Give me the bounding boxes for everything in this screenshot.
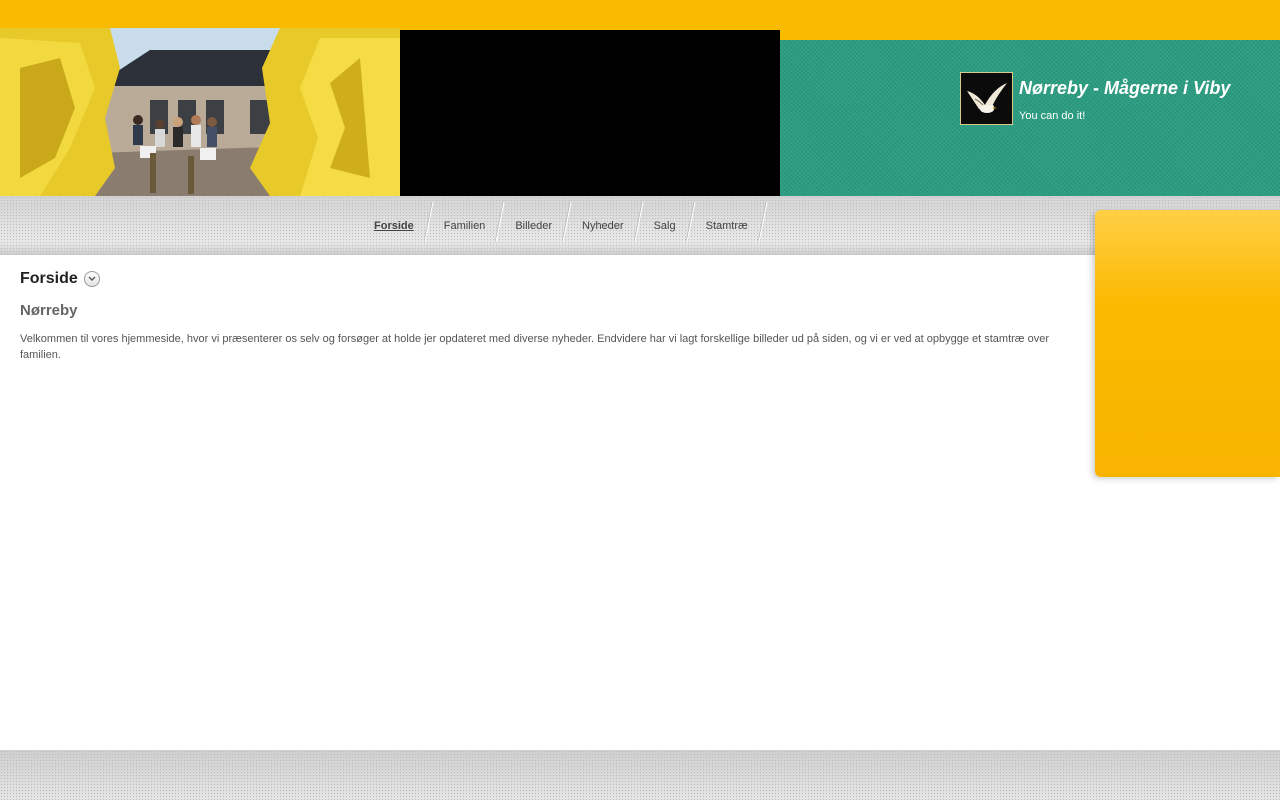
site-slogan: You can do it! bbox=[1019, 110, 1086, 122]
nav-separator bbox=[423, 202, 434, 242]
nav-item-stamtrae[interactable]: Stamtræ bbox=[696, 214, 758, 238]
nav-separator bbox=[633, 202, 644, 242]
nav-item-nyheder[interactable]: Nyheder bbox=[572, 214, 634, 238]
nav-item-billeder[interactable]: Billeder bbox=[505, 214, 562, 238]
nav-separator bbox=[685, 202, 696, 242]
nav-item-forside[interactable]: Forside bbox=[364, 214, 424, 238]
header-black-panel bbox=[400, 30, 780, 196]
page-title: Forside bbox=[20, 270, 78, 287]
navigation-bar: Forside Familien Billeder Nyheder Salg S… bbox=[0, 196, 1280, 255]
hero-photo bbox=[0, 28, 400, 196]
nav-item-familien[interactable]: Familien bbox=[434, 214, 496, 238]
nav-item-salg[interactable]: Salg bbox=[644, 214, 686, 238]
main-menu: Forside Familien Billeder Nyheder Salg S… bbox=[364, 202, 768, 242]
nav-separator bbox=[757, 202, 768, 242]
site-title[interactable]: Nørreby - Mågerne i Viby bbox=[1019, 78, 1230, 99]
section-subheading: Nørreby bbox=[20, 302, 78, 319]
site-logo[interactable] bbox=[960, 72, 1013, 125]
seagull-icon bbox=[961, 73, 1012, 124]
site-footer bbox=[0, 750, 1280, 800]
sidebar-panel bbox=[1095, 210, 1280, 477]
house-garden-photo-icon bbox=[0, 28, 400, 196]
welcome-text: Velkommen til vores hjemmeside, hvor vi … bbox=[20, 333, 1050, 361]
site-header: Nørreby - Mågerne i Viby You can do it! bbox=[0, 0, 1280, 196]
main-content: Forside Nørreby Velkommen til vores hjem… bbox=[20, 270, 1080, 363]
page-heading: Forside bbox=[20, 270, 1080, 288]
nav-separator bbox=[495, 202, 505, 242]
chevron-down-icon[interactable] bbox=[83, 271, 100, 287]
nav-separator bbox=[562, 202, 572, 242]
